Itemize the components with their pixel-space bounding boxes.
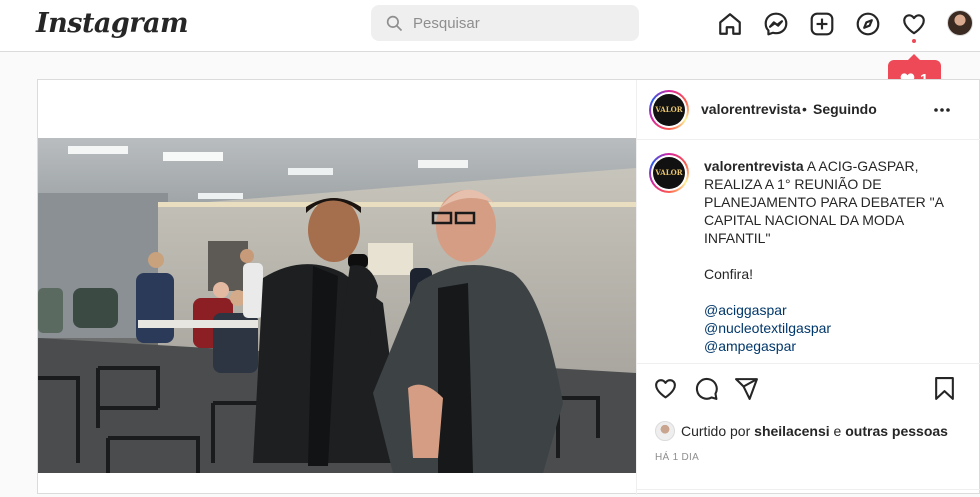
author-username[interactable]: valorentrevista bbox=[701, 101, 801, 117]
search-icon bbox=[386, 15, 403, 32]
home-icon[interactable] bbox=[717, 11, 743, 37]
messenger-icon[interactable] bbox=[763, 11, 789, 37]
mention-link[interactable]: @aciggaspar bbox=[704, 301, 968, 319]
new-post-icon[interactable] bbox=[809, 11, 835, 37]
caption-cta: Confira! bbox=[704, 266, 754, 282]
separator-dot: • bbox=[802, 101, 807, 117]
notification-dot bbox=[912, 39, 916, 43]
comment-icon[interactable] bbox=[694, 376, 719, 401]
liked-by-prefix: Curtido por bbox=[681, 423, 751, 439]
mention-link[interactable]: @nucleotextilgaspar bbox=[704, 319, 968, 337]
explore-icon[interactable] bbox=[855, 11, 881, 37]
instagram-logo[interactable]: Instagram bbox=[36, 8, 189, 39]
share-icon[interactable] bbox=[734, 376, 759, 401]
liker-avatar[interactable] bbox=[655, 421, 675, 441]
save-bookmark-icon[interactable] bbox=[933, 376, 956, 401]
search-input[interactable] bbox=[413, 5, 629, 41]
activity-heart-icon[interactable] bbox=[901, 11, 927, 37]
liked-by-connector: e bbox=[833, 423, 842, 439]
others-link[interactable]: outras pessoas bbox=[845, 423, 948, 439]
post-caption: VALOR valorentrevista A ACIG-GASPAR, REA… bbox=[637, 141, 980, 363]
post-card: VALOR valorentrevista • Seguindo VALOR v… bbox=[37, 79, 980, 495]
following-button[interactable]: Seguindo bbox=[813, 101, 877, 117]
caption-username[interactable]: valorentrevista bbox=[704, 158, 804, 174]
caption-text: valorentrevista A ACIG-GASPAR, REALIZA A… bbox=[704, 157, 968, 355]
top-navigation-bar: Instagram bbox=[0, 0, 980, 52]
post-timestamp[interactable]: HÁ 1 DIA bbox=[655, 452, 699, 463]
more-options-icon[interactable] bbox=[933, 107, 951, 113]
search-box[interactable] bbox=[371, 5, 639, 41]
author-avatar[interactable]: VALOR bbox=[649, 90, 689, 130]
post-header: VALOR valorentrevista • Seguindo bbox=[637, 80, 980, 140]
mention-link[interactable]: @ampegaspar bbox=[704, 337, 968, 355]
post-actions: Curtido por sheilacensi e outras pessoas… bbox=[637, 363, 980, 495]
caption-avatar-logo: VALOR bbox=[653, 157, 685, 189]
post-sidebar: VALOR valorentrevista • Seguindo VALOR v… bbox=[636, 80, 980, 495]
author-avatar-logo: VALOR bbox=[653, 94, 685, 126]
liker-username[interactable]: sheilacensi bbox=[754, 423, 830, 439]
like-heart-icon[interactable] bbox=[653, 376, 678, 401]
comment-box-divider bbox=[637, 489, 980, 497]
post-image[interactable] bbox=[38, 138, 636, 473]
photo-meeting-room bbox=[38, 138, 636, 473]
caption-author-avatar[interactable]: VALOR bbox=[649, 153, 689, 193]
profile-avatar[interactable] bbox=[947, 10, 973, 36]
